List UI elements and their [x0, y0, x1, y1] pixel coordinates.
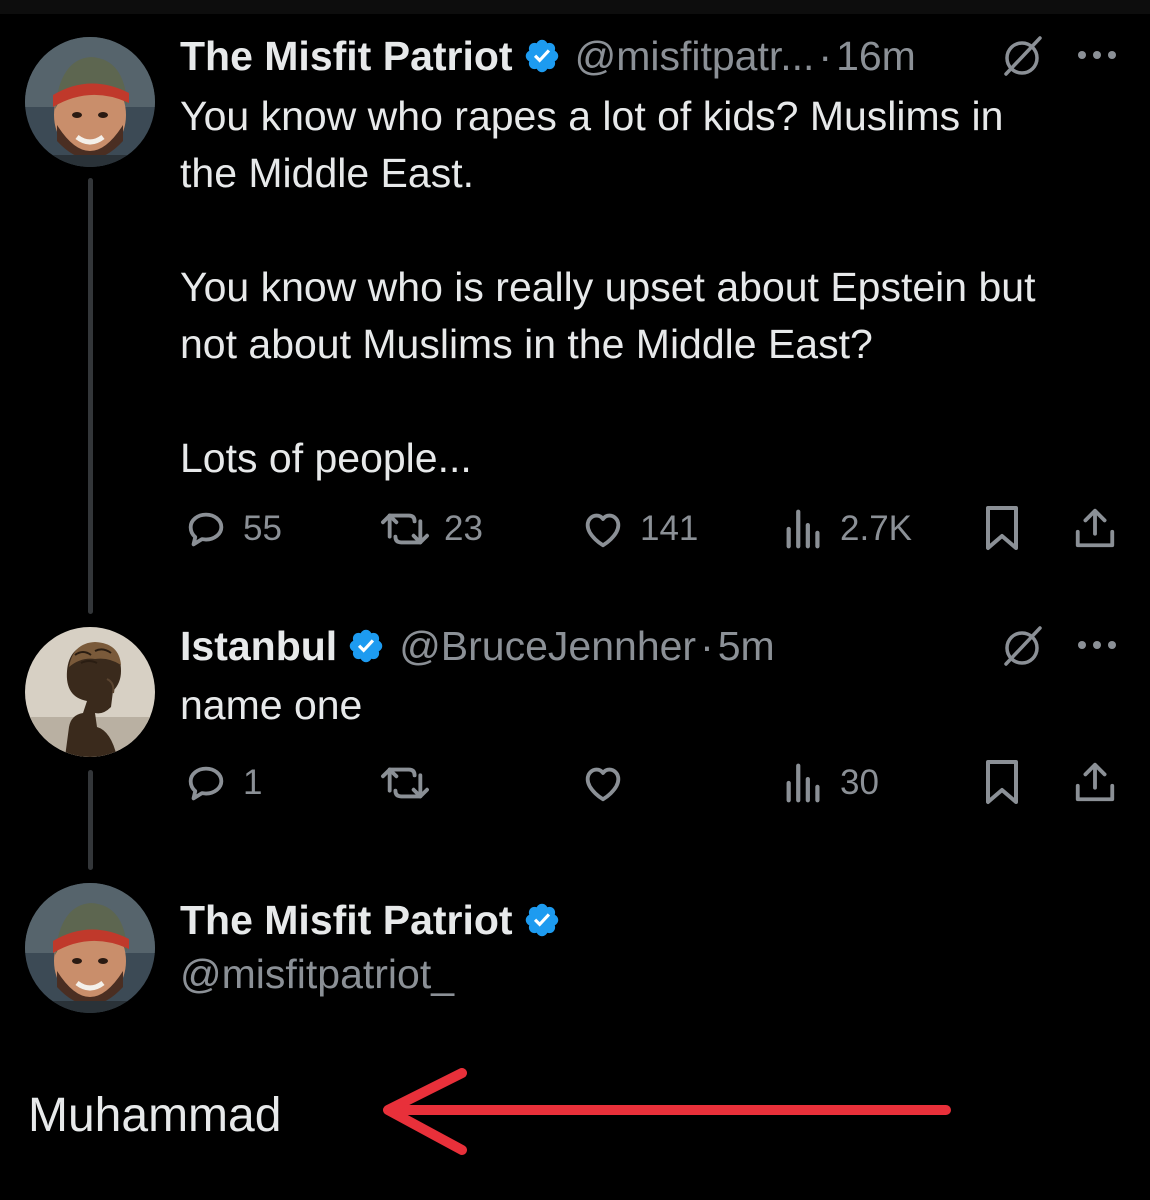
reply-author-name[interactable]: The Misfit Patriot — [180, 896, 513, 944]
more-dots-icon[interactable] — [1075, 638, 1119, 652]
red-arrow-icon — [383, 1068, 951, 1155]
reply-bubble-icon — [188, 512, 224, 547]
tweet2-like-button[interactable] — [580, 760, 626, 806]
verified-badge-icon — [349, 629, 383, 663]
reply-bubble-icon — [188, 766, 224, 801]
avatar-misfit-patriot[interactable] — [25, 37, 155, 167]
tweet2-author-name[interactable]: Istanbul — [180, 622, 337, 670]
verified-badge-icon — [525, 39, 558, 73]
tweet2-view-count: 30 — [840, 763, 879, 802]
tweet1-reply-count: 55 — [243, 509, 282, 548]
tweet1-header: The Misfit Patriot @misfitpatr... · 16m — [180, 32, 916, 80]
tweet2-reply-button[interactable]: 1 — [183, 760, 262, 806]
avatar-misfit-patriot[interactable] — [25, 883, 155, 1013]
tweet1-repost-button[interactable]: 23 — [380, 506, 483, 552]
tweet1-like-count: 141 — [640, 509, 699, 548]
reply-handle[interactable]: @misfitpatriot_ — [180, 950, 454, 998]
heart-icon — [585, 767, 621, 802]
tweet2-text: name one — [180, 682, 363, 728]
reply-header: The Misfit Patriot — [180, 896, 575, 944]
share-icon[interactable] — [1072, 758, 1118, 806]
share-icon[interactable] — [1072, 504, 1118, 552]
tweet2-reply-count: 1 — [243, 763, 263, 802]
tweet2-repost-button[interactable] — [380, 760, 430, 806]
repost-icon — [381, 513, 429, 545]
tweet1-time[interactable]: 16m — [836, 32, 916, 80]
heart-icon — [585, 513, 621, 548]
tweet1-author-name[interactable]: The Misfit Patriot — [180, 32, 513, 80]
tweet1-repost-count: 23 — [444, 509, 483, 548]
repost-icon — [381, 767, 429, 799]
bookmark-icon[interactable] — [980, 758, 1024, 806]
tweet1-reply-button[interactable]: 55 — [183, 506, 282, 552]
avatar-istanbul[interactable] — [25, 627, 155, 757]
slashed-circle-icon[interactable] — [1000, 34, 1044, 78]
tweet1-handle[interactable]: @misfitpatr... — [575, 32, 815, 80]
top-strip — [0, 0, 1150, 14]
tweet1-separator: · — [818, 33, 833, 79]
more-dots-icon[interactable] — [1075, 48, 1119, 62]
slashed-circle-icon[interactable] — [1000, 624, 1044, 668]
tweet1-like-button[interactable]: 141 — [580, 506, 698, 552]
verified-badge-icon — [525, 903, 558, 937]
views-bars-icon — [786, 509, 820, 549]
tweet2-header: Istanbul @BruceJennher · 5m — [180, 622, 775, 670]
thread-line-2 — [88, 770, 93, 870]
avatar-portrait-image — [25, 37, 155, 167]
tweet2-handle[interactable]: @BruceJennher — [399, 622, 696, 670]
tweet1-view-count: 2.7K — [840, 509, 912, 548]
tweet1-text: You know who rapes a lot of kids? Muslim… — [180, 93, 1036, 481]
avatar-bust-image — [25, 627, 155, 757]
bookmark-icon[interactable] — [980, 504, 1024, 552]
thread-line-1 — [88, 178, 93, 614]
tweet2-views-button[interactable]: 30 — [782, 760, 879, 806]
avatar-portrait-image — [25, 883, 155, 1013]
reply-text: Muhammad — [28, 1089, 282, 1142]
tweet2-time[interactable]: 5m — [718, 622, 775, 670]
tweet2-separator: · — [700, 623, 714, 669]
views-bars-icon — [786, 763, 820, 803]
tweet1-views-button[interactable]: 2.7K — [782, 506, 912, 552]
